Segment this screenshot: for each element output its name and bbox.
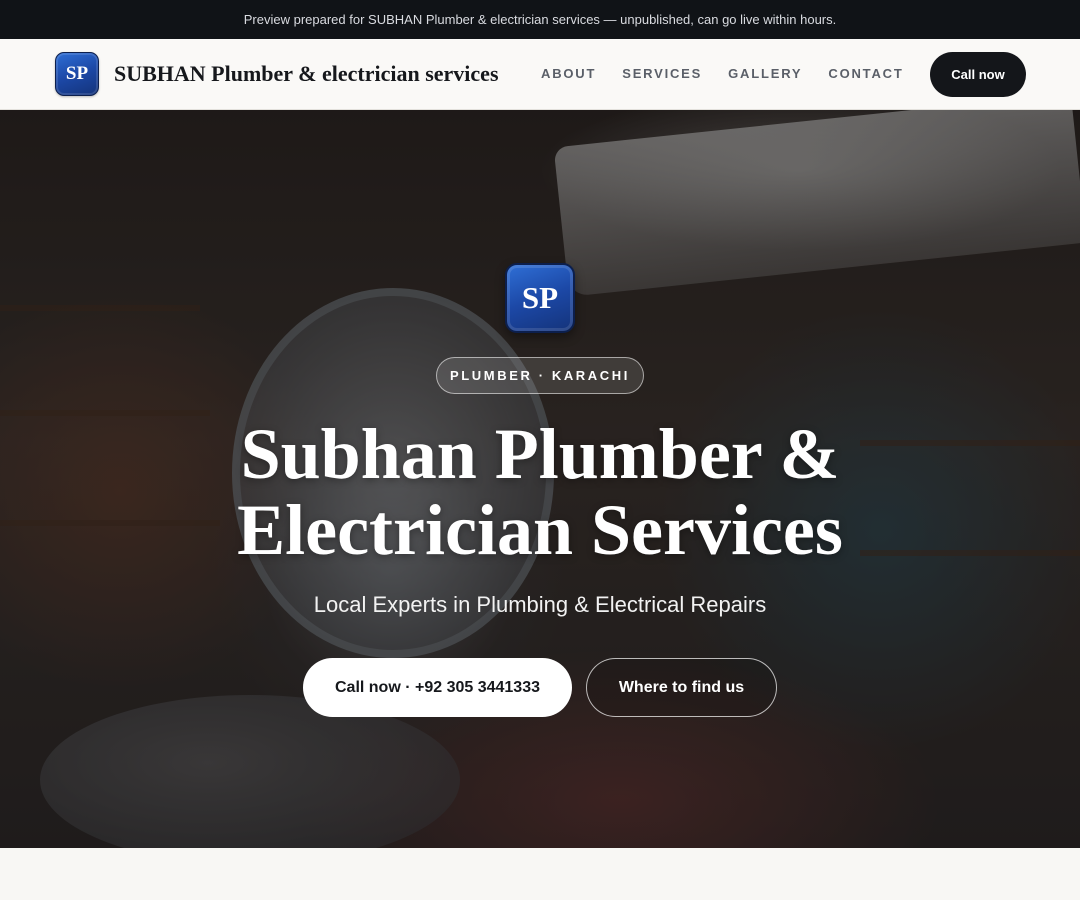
header-call-button[interactable]: Call now bbox=[930, 52, 1026, 97]
logo-initials: SP bbox=[65, 63, 89, 84]
hero-title-line-2: Electrician Services bbox=[237, 490, 843, 570]
main-nav: ABOUT SERVICES GALLERY CONTACT bbox=[541, 66, 904, 81]
hero-call-button[interactable]: Call now · +92 305 3441333 bbox=[303, 658, 572, 717]
nav-link-gallery[interactable]: GALLERY bbox=[728, 66, 802, 81]
nav-link-about[interactable]: ABOUT bbox=[541, 66, 596, 81]
nav-link-contact[interactable]: CONTACT bbox=[828, 66, 903, 81]
where-to-find-us-button[interactable]: Where to find us bbox=[586, 658, 777, 717]
category-pill: PLUMBER · KARACHI bbox=[436, 357, 644, 394]
brand-name[interactable]: SUBHAN Plumber & electrician services bbox=[114, 61, 499, 87]
hero-content: SP PLUMBER · KARACHI Subhan Plumber & El… bbox=[0, 110, 1080, 848]
site-header: SP SUBHAN Plumber & electrician services… bbox=[0, 39, 1080, 110]
hero-section: SP PLUMBER · KARACHI Subhan Plumber & El… bbox=[0, 110, 1080, 848]
hero-title-line-1: Subhan Plumber & bbox=[240, 414, 840, 494]
nav-link-services[interactable]: SERVICES bbox=[622, 66, 702, 81]
preview-banner: Preview prepared for SUBHAN Plumber & el… bbox=[0, 0, 1080, 39]
hero-logo-badge: SP bbox=[505, 263, 575, 333]
preview-banner-text: Preview prepared for SUBHAN Plumber & el… bbox=[243, 12, 837, 27]
hero-subtitle: Local Experts in Plumbing & Electrical R… bbox=[313, 592, 767, 617]
logo-badge[interactable]: SP bbox=[55, 52, 99, 96]
hero-logo-initials: SP bbox=[521, 280, 559, 315]
hero-title: Subhan Plumber & Electrician Services bbox=[140, 416, 940, 568]
